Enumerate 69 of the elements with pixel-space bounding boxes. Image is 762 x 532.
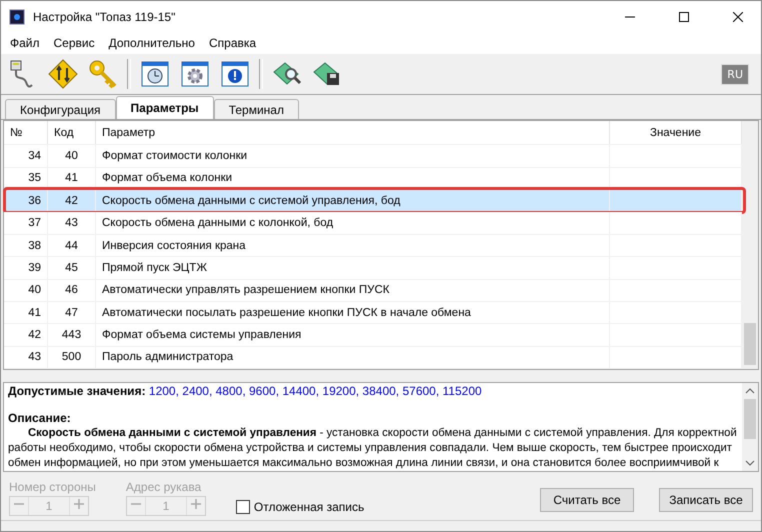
allowed-values-label: Допустимые значения: bbox=[8, 384, 146, 398]
table-cell: 42 bbox=[4, 324, 48, 346]
checkbox-label: Отложенная запись bbox=[254, 500, 364, 514]
table-cell: 42 bbox=[48, 190, 96, 212]
scrollbar-thumb[interactable] bbox=[744, 323, 756, 365]
close-icon bbox=[733, 12, 743, 22]
table-row[interactable]: 41 47 Автоматически посылать разрешение кнопки ПУСК в начале обмена bbox=[4, 302, 742, 324]
allowed-values: 1200, 2400, 4800, 9600, 14400, 19200, 38400, 57600, 115200 bbox=[148, 384, 482, 398]
table-cell: 43 bbox=[4, 346, 48, 368]
tab[interactable]: Терминал bbox=[214, 99, 299, 119]
table-cell: Скорость обмена данными с колонкой, бод bbox=[96, 212, 610, 234]
spinner-label: Адрес рукава bbox=[126, 480, 202, 494]
column-header[interactable]: № bbox=[4, 121, 48, 144]
table-row[interactable]: 42 443 Формат объема системы управления bbox=[4, 324, 742, 347]
table-cell: Формат объема колонки bbox=[96, 168, 610, 190]
language-button[interactable]: RU bbox=[721, 64, 749, 84]
table-row[interactable]: 39 45 Прямой пуск ЭЦТЖ bbox=[4, 257, 742, 280]
scrollbar-thumb[interactable] bbox=[744, 399, 756, 439]
column-header[interactable]: Параметр bbox=[96, 121, 610, 144]
table-cell: 41 bbox=[4, 302, 48, 324]
table-cell: 35 bbox=[4, 168, 48, 190]
table-cell: 47 bbox=[48, 302, 96, 324]
table-row[interactable]: 34 40 Формат стоимости колонки bbox=[4, 145, 742, 168]
spinner-label: Номер стороны bbox=[9, 480, 96, 494]
menu-item[interactable]: Файл bbox=[3, 36, 47, 50]
menu-item[interactable]: Справка bbox=[202, 36, 264, 50]
table-cell: Автоматически управлять разрешением кнопки ПУСК bbox=[96, 280, 610, 301]
tab[interactable]: Конфигурация bbox=[5, 99, 116, 119]
table-cell: Формат объема системы управления bbox=[96, 324, 610, 346]
table-row[interactable]: 43 500 Пароль администратора bbox=[4, 346, 742, 370]
table-cell: 443 bbox=[48, 324, 96, 346]
table-cell: 40 bbox=[4, 280, 48, 301]
window-title: Настройка "Топаз 119-15" bbox=[33, 10, 176, 24]
table-cell: 38 bbox=[4, 234, 48, 256]
checkbox[interactable] bbox=[236, 500, 250, 514]
column-header[interactable]: Код bbox=[48, 121, 96, 144]
table-cell: 41 bbox=[48, 168, 96, 190]
table-cell: Автоматически посылать разрешение кнопки ПУСК в начале обмена bbox=[96, 302, 610, 324]
app-icon bbox=[9, 8, 25, 24]
table-row[interactable]: 40 46 Автоматически управлять разрешением кнопки ПУСК bbox=[4, 280, 742, 302]
table-cell: 39 bbox=[4, 257, 48, 279]
table-cell: 36 bbox=[4, 190, 48, 212]
maximize-icon bbox=[679, 12, 689, 22]
table-cell: Скорость обмена данными с системой управления, бод bbox=[96, 190, 610, 212]
action-button[interactable]: Записать все bbox=[659, 488, 753, 512]
description-text: работы необходимо, чтобы скорости обмена устройства и системы управления совпадали. Чем выше скорость, тем быстрее происходит bbox=[8, 441, 733, 456]
description-text: Скорость обмена данными с системой управления - установка скорости обмена данными с системой управления. Для корректной bbox=[27, 426, 738, 441]
table-cell: Формат стоимости колонки bbox=[96, 145, 610, 167]
up-down-arrows-icon bbox=[47, 58, 79, 90]
menu-item[interactable]: Дополнительно bbox=[102, 36, 202, 50]
table-row[interactable]: 38 44 Инверсия состояния крана bbox=[4, 234, 742, 258]
table-cell: 500 bbox=[48, 346, 96, 368]
description-label: Описание: bbox=[8, 411, 72, 426]
menu-item[interactable]: Сервис bbox=[46, 36, 102, 50]
description-text: обмен информацией, но при этом уменьшается максимально возможная длина линии связи, и она становится более восприимчивой к bbox=[8, 456, 720, 471]
table-cell: Прямой пуск ЭЦТЖ bbox=[96, 257, 610, 279]
table-cell: 44 bbox=[48, 234, 96, 256]
table-cell: 37 bbox=[4, 212, 48, 234]
table-cell: Пароль администратора bbox=[96, 346, 610, 368]
table-cell: Инверсия состояния крана bbox=[96, 234, 610, 256]
tab[interactable]: Параметры bbox=[116, 96, 214, 119]
table-cell: 34 bbox=[4, 145, 48, 167]
key-icon bbox=[87, 58, 119, 90]
table-cell: 46 bbox=[48, 280, 96, 301]
table-cell: 45 bbox=[48, 257, 96, 279]
table-row[interactable]: 37 43 Скорость обмена данными с колонкой, бод bbox=[4, 212, 742, 235]
table-cell: 40 bbox=[48, 145, 96, 167]
action-button[interactable]: Считать все bbox=[540, 488, 634, 512]
table-cell: 43 bbox=[48, 212, 96, 234]
